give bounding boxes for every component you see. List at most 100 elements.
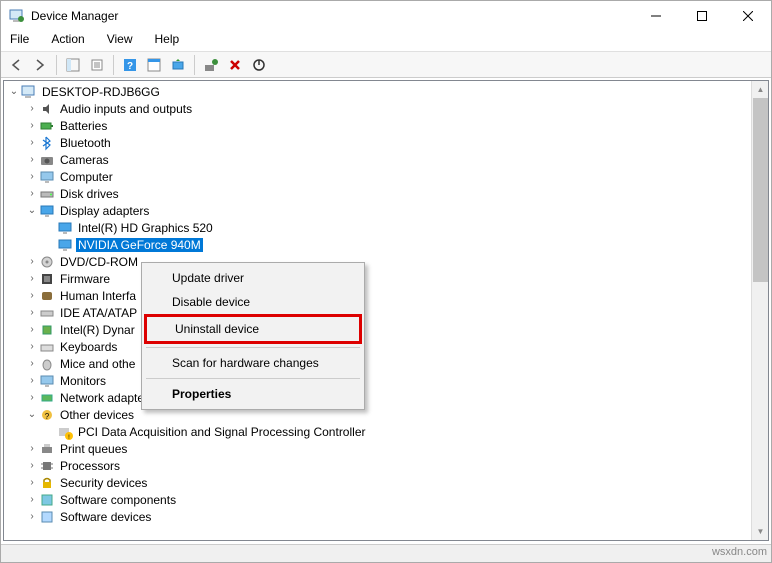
expand-icon[interactable]: › bbox=[26, 392, 38, 404]
svg-text:?: ? bbox=[127, 61, 133, 72]
expand-icon[interactable]: › bbox=[26, 443, 38, 455]
expand-icon[interactable]: › bbox=[26, 494, 38, 506]
device-tree[interactable]: ⌄ DESKTOP-RDJB6GG ›Audio inputs and outp… bbox=[4, 81, 768, 540]
scroll-thumb[interactable] bbox=[753, 98, 768, 282]
tree-item-keyboards[interactable]: ›Keyboards bbox=[4, 338, 768, 355]
uninstall-button[interactable] bbox=[224, 54, 246, 76]
separator bbox=[194, 55, 195, 75]
tree-item-hid[interactable]: ›Human Interfa bbox=[4, 287, 768, 304]
svg-text:?: ? bbox=[45, 412, 50, 421]
menu-uninstall-device[interactable]: Uninstall device bbox=[144, 314, 362, 344]
expand-icon[interactable]: › bbox=[26, 307, 38, 319]
devmgr-icon bbox=[9, 8, 25, 24]
collapse-icon[interactable]: ⌄ bbox=[26, 409, 38, 421]
tree-item-network[interactable]: ›Network adapters bbox=[4, 389, 768, 406]
update-driver-button[interactable] bbox=[167, 54, 189, 76]
expand-icon[interactable]: › bbox=[26, 324, 38, 336]
tree-item-firmware[interactable]: ›Firmware bbox=[4, 270, 768, 287]
tree-item-ide[interactable]: ›IDE ATA/ATAP bbox=[4, 304, 768, 321]
tree-item-bluetooth[interactable]: ›Bluetooth bbox=[4, 134, 768, 151]
expand-icon[interactable]: › bbox=[26, 273, 38, 285]
tree-item-mice[interactable]: ›Mice and othe bbox=[4, 355, 768, 372]
vertical-scrollbar[interactable]: ▲ ▼ bbox=[751, 81, 768, 540]
scroll-up-icon[interactable]: ▲ bbox=[753, 82, 768, 97]
expand-icon[interactable]: › bbox=[26, 103, 38, 115]
back-button[interactable] bbox=[5, 54, 27, 76]
menu-file[interactable]: File bbox=[6, 31, 33, 51]
menu-update-driver[interactable]: Update driver bbox=[144, 266, 362, 290]
maximize-button[interactable] bbox=[679, 1, 725, 31]
menu-scan-hardware[interactable]: Scan for hardware changes bbox=[144, 351, 362, 375]
properties-button[interactable] bbox=[86, 54, 108, 76]
tree-label: DESKTOP-RDJB6GG bbox=[40, 85, 162, 99]
tree-item-cameras[interactable]: ›Cameras bbox=[4, 151, 768, 168]
menu-action[interactable]: Action bbox=[47, 31, 88, 51]
expand-icon[interactable]: › bbox=[26, 290, 38, 302]
tree-item-audio[interactable]: ›Audio inputs and outputs bbox=[4, 100, 768, 117]
expand-icon[interactable]: › bbox=[26, 375, 38, 387]
expand-icon[interactable]: › bbox=[26, 188, 38, 200]
expand-icon[interactable]: › bbox=[26, 511, 38, 523]
other-icon: ? bbox=[38, 407, 56, 423]
expand-icon[interactable]: › bbox=[26, 341, 38, 353]
hid-icon bbox=[38, 288, 56, 304]
expand-icon[interactable]: › bbox=[26, 460, 38, 472]
close-button[interactable] bbox=[725, 1, 771, 31]
tree-item-disk[interactable]: ›Disk drives bbox=[4, 185, 768, 202]
battery-icon bbox=[38, 118, 56, 134]
warning-icon: ! bbox=[56, 424, 74, 440]
scan-hardware-button[interactable] bbox=[200, 54, 222, 76]
tree-item-display[interactable]: ⌄Display adapters bbox=[4, 202, 768, 219]
collapse-icon[interactable]: ⌄ bbox=[26, 205, 38, 217]
mouse-icon bbox=[38, 356, 56, 372]
window-title: Device Manager bbox=[31, 9, 633, 23]
keyboard-icon bbox=[38, 339, 56, 355]
printer-icon bbox=[38, 441, 56, 457]
monitor-icon bbox=[38, 169, 56, 185]
computer-icon bbox=[20, 84, 38, 100]
tree-item-nvidia[interactable]: NVIDIA GeForce 940M bbox=[4, 236, 768, 253]
menu-help[interactable]: Help bbox=[151, 31, 184, 51]
softcomp-icon bbox=[38, 492, 56, 508]
ide-icon bbox=[38, 305, 56, 321]
tree-item-softdev[interactable]: ›Software devices bbox=[4, 508, 768, 525]
camera-icon bbox=[38, 152, 56, 168]
tree-item-intel-hd[interactable]: Intel(R) HD Graphics 520 bbox=[4, 219, 768, 236]
tree-item-printq[interactable]: ›Print queues bbox=[4, 440, 768, 457]
expand-icon[interactable]: › bbox=[26, 477, 38, 489]
show-hide-tree-button[interactable] bbox=[62, 54, 84, 76]
properties2-button[interactable] bbox=[143, 54, 165, 76]
tree-root[interactable]: ⌄ DESKTOP-RDJB6GG bbox=[4, 83, 768, 100]
scroll-down-icon[interactable]: ▼ bbox=[753, 524, 768, 539]
tree-item-batteries[interactable]: ›Batteries bbox=[4, 117, 768, 134]
minimize-button[interactable] bbox=[633, 1, 679, 31]
tree-item-security[interactable]: ›Security devices bbox=[4, 474, 768, 491]
expand-icon[interactable]: › bbox=[26, 120, 38, 132]
expand-icon[interactable]: › bbox=[26, 358, 38, 370]
tree-item-monitors[interactable]: ›Monitors bbox=[4, 372, 768, 389]
tree-item-pci[interactable]: !PCI Data Acquisition and Signal Process… bbox=[4, 423, 768, 440]
menu-disable-device[interactable]: Disable device bbox=[144, 290, 362, 314]
expand-icon[interactable]: › bbox=[26, 171, 38, 183]
chip-icon bbox=[38, 322, 56, 338]
menu-separator bbox=[146, 347, 360, 348]
context-menu: Update driver Disable device Uninstall d… bbox=[141, 262, 365, 410]
titlebar: Device Manager bbox=[1, 1, 771, 31]
expand-icon[interactable]: › bbox=[26, 256, 38, 268]
forward-button[interactable] bbox=[29, 54, 51, 76]
bluetooth-icon bbox=[38, 135, 56, 151]
collapse-icon[interactable]: ⌄ bbox=[8, 86, 20, 98]
separator bbox=[56, 55, 57, 75]
enable-button[interactable] bbox=[248, 54, 270, 76]
tree-item-dvd[interactable]: ›DVD/CD-ROM bbox=[4, 253, 768, 270]
menu-view[interactable]: View bbox=[103, 31, 137, 51]
expand-icon[interactable]: › bbox=[26, 137, 38, 149]
tree-item-other[interactable]: ⌄?Other devices bbox=[4, 406, 768, 423]
tree-item-processors[interactable]: ›Processors bbox=[4, 457, 768, 474]
expand-icon[interactable]: › bbox=[26, 154, 38, 166]
tree-item-softcomp[interactable]: ›Software components bbox=[4, 491, 768, 508]
menu-properties[interactable]: Properties bbox=[144, 382, 362, 406]
tree-item-computer[interactable]: ›Computer bbox=[4, 168, 768, 185]
tree-item-intel-dyn[interactable]: ›Intel(R) Dynar bbox=[4, 321, 768, 338]
help-button[interactable]: ? bbox=[119, 54, 141, 76]
